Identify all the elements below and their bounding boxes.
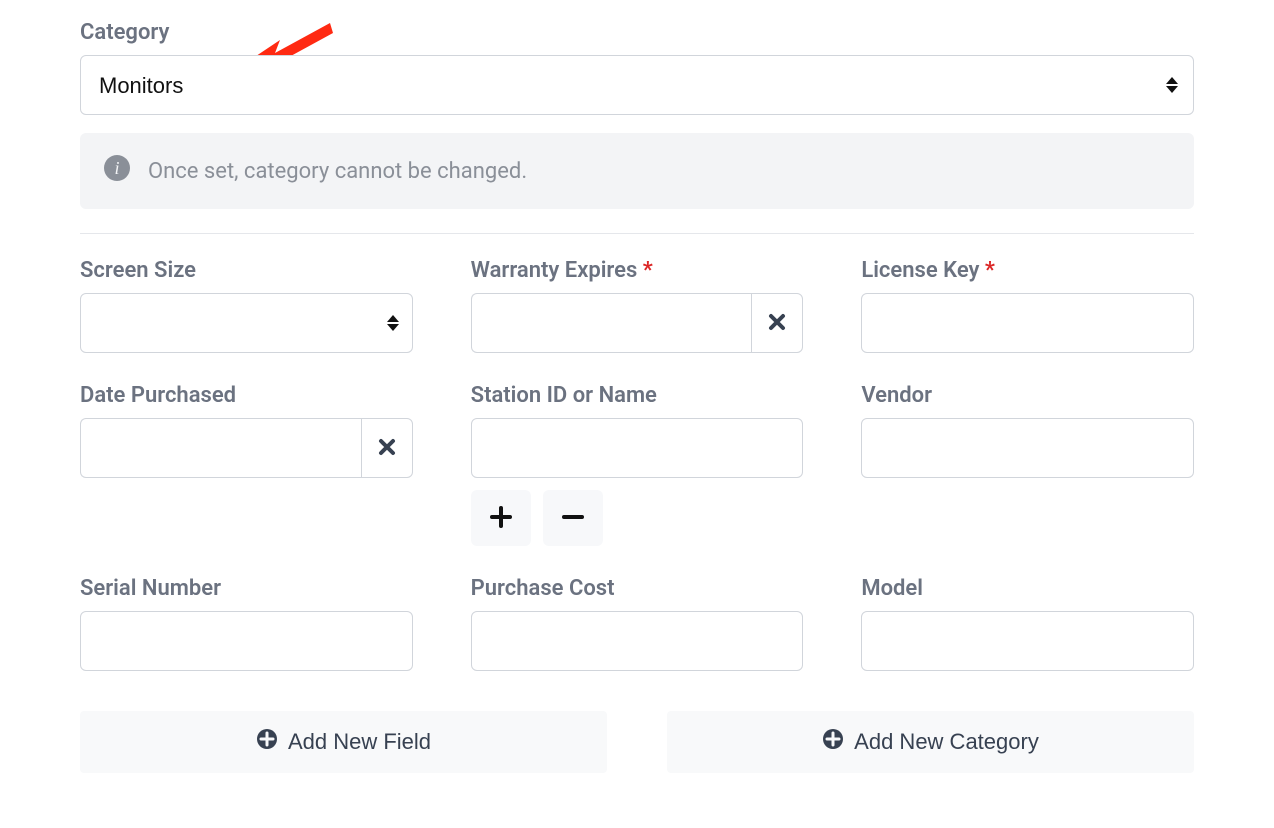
category-select[interactable]: Monitors <box>80 55 1194 115</box>
action-row: Add New Field Add New Category <box>80 711 1194 773</box>
serial-number-input[interactable] <box>80 611 413 671</box>
warranty-expires-label: Warranty Expires * <box>471 258 804 283</box>
vendor-input[interactable] <box>861 418 1194 478</box>
field-station-id: Station ID or Name <box>471 383 804 546</box>
plus-icon <box>490 506 512 531</box>
station-id-repeater-controls <box>471 490 804 546</box>
svg-text:i: i <box>114 158 119 178</box>
field-date-purchased: Date Purchased <box>80 383 413 546</box>
serial-number-label: Serial Number <box>80 576 413 601</box>
purchase-cost-label: Purchase Cost <box>471 576 804 601</box>
field-warranty-expires: Warranty Expires * <box>471 258 804 353</box>
category-select-wrap: Monitors <box>80 55 1194 115</box>
station-id-input[interactable] <box>471 418 804 478</box>
screen-size-select[interactable] <box>80 293 413 353</box>
model-input[interactable] <box>861 611 1194 671</box>
asset-form: Category Monitors i Once set, category c… <box>0 0 1274 813</box>
screen-size-label: Screen Size <box>80 258 413 283</box>
license-key-input[interactable] <box>861 293 1194 353</box>
warranty-expires-clear-button[interactable] <box>751 293 803 353</box>
field-license-key: License Key * <box>861 258 1194 353</box>
vendor-label: Vendor <box>861 383 1194 408</box>
field-model: Model <box>861 576 1194 671</box>
warranty-expires-input-group <box>471 293 804 353</box>
close-icon <box>768 313 786 334</box>
license-key-label: License Key * <box>861 258 1194 283</box>
category-label: Category <box>80 20 1194 45</box>
field-serial-number: Serial Number <box>80 576 413 671</box>
divider <box>80 233 1194 234</box>
field-screen-size: Screen Size <box>80 258 413 353</box>
date-purchased-clear-button[interactable] <box>361 418 413 478</box>
close-icon <box>378 438 396 459</box>
station-id-label: Station ID or Name <box>471 383 804 408</box>
required-icon: * <box>985 258 995 283</box>
required-icon: * <box>643 258 653 283</box>
add-new-field-label: Add New Field <box>288 729 431 755</box>
plus-circle-icon <box>256 728 278 756</box>
field-purchase-cost: Purchase Cost <box>471 576 804 671</box>
model-label: Model <box>861 576 1194 601</box>
add-new-category-button[interactable]: Add New Category <box>667 711 1194 773</box>
info-icon: i <box>104 155 130 187</box>
minus-icon <box>562 506 584 531</box>
add-new-field-button[interactable]: Add New Field <box>80 711 607 773</box>
warranty-expires-input[interactable] <box>471 293 752 353</box>
purchase-cost-input[interactable] <box>471 611 804 671</box>
date-purchased-input-group <box>80 418 413 478</box>
date-purchased-label: Date Purchased <box>80 383 413 408</box>
station-id-remove-button[interactable] <box>543 490 603 546</box>
category-info-banner: i Once set, category cannot be changed. <box>80 133 1194 209</box>
screen-size-select-wrap <box>80 293 413 353</box>
category-info-text: Once set, category cannot be changed. <box>148 159 527 184</box>
custom-fields-grid: Screen Size Warranty Expires * <box>80 258 1194 689</box>
station-id-add-button[interactable] <box>471 490 531 546</box>
field-vendor: Vendor <box>861 383 1194 546</box>
date-purchased-input[interactable] <box>80 418 361 478</box>
add-new-category-label: Add New Category <box>854 729 1039 755</box>
plus-circle-icon <box>822 728 844 756</box>
